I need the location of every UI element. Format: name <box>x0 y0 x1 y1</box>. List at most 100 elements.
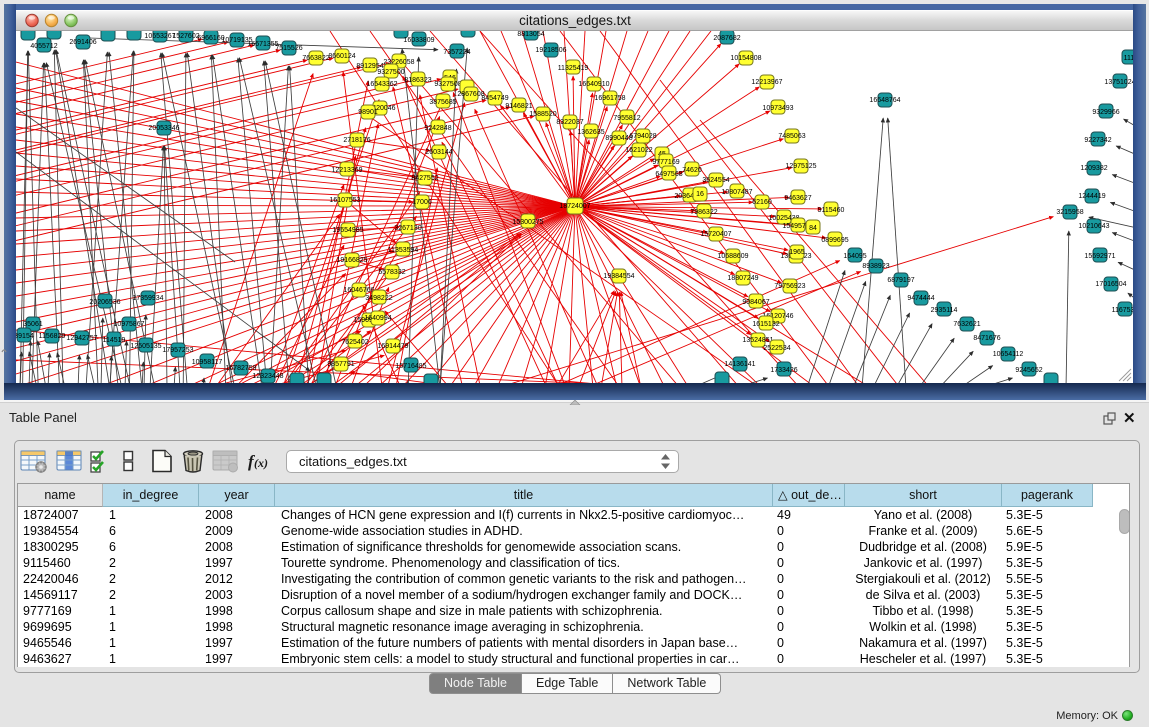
svg-text:7357224: 7357224 <box>443 49 470 56</box>
svg-text:3624554: 3624554 <box>702 177 729 184</box>
svg-text:2603144: 2603144 <box>425 149 452 156</box>
svg-text:12942757: 12942757 <box>66 335 97 342</box>
svg-text:19384554: 19384554 <box>603 273 634 280</box>
svg-text:11353594: 11353594 <box>388 247 419 254</box>
svg-text:4055712: 4055712 <box>30 43 57 50</box>
svg-text:8938923: 8938923 <box>862 263 889 270</box>
svg-text:3498222: 3498222 <box>365 295 392 302</box>
svg-text:12505135: 12505135 <box>130 343 161 350</box>
svg-text:6497568: 6497568 <box>655 171 682 178</box>
svg-text:12323448: 12323448 <box>252 373 283 380</box>
svg-text:35061: 35061 <box>23 321 43 328</box>
svg-text:1588520: 1588520 <box>529 111 556 118</box>
svg-text:16648764: 16648764 <box>869 97 900 104</box>
svg-text:1156829: 1156829 <box>39 333 66 340</box>
svg-text:16033809: 16033809 <box>403 37 434 44</box>
svg-text:3875685: 3875685 <box>429 99 456 106</box>
svg-text:16107553: 16107553 <box>329 197 360 204</box>
svg-text:15692971: 15692971 <box>1084 253 1115 260</box>
svg-text:17006: 17006 <box>412 199 432 206</box>
svg-text:1244419: 1244419 <box>1078 193 1105 200</box>
svg-text:10958117: 10958117 <box>192 359 223 366</box>
svg-text:6794028: 6794028 <box>629 133 656 140</box>
svg-text:16543362: 16543362 <box>366 81 397 88</box>
svg-text:16782759: 16782759 <box>225 365 256 372</box>
svg-text:98901: 98901 <box>358 109 378 116</box>
svg-text:1209382: 1209382 <box>1080 165 1107 172</box>
svg-text:39154: 39154 <box>14 333 34 340</box>
svg-text:79756923: 79756923 <box>774 283 805 290</box>
svg-text:2087682: 2087682 <box>713 35 740 42</box>
svg-text:9857791: 9857791 <box>327 361 354 368</box>
svg-text:citations_edges.txt: citations_edges.txt <box>519 13 631 28</box>
svg-text:7663822: 7663822 <box>302 55 329 62</box>
svg-text:1640994: 1640994 <box>364 315 391 322</box>
svg-text:8471676: 8471676 <box>973 335 1000 342</box>
svg-text:74620: 74620 <box>682 167 702 174</box>
svg-text:114519: 114519 <box>103 337 126 344</box>
svg-text:20053346: 20053346 <box>148 125 179 132</box>
svg-text:13524851: 13524851 <box>742 337 773 344</box>
svg-text:1621022: 1621022 <box>625 147 652 154</box>
svg-text:2691406: 2691406 <box>69 39 96 46</box>
svg-text:10688609: 10688609 <box>717 253 748 260</box>
svg-text:2718176: 2718176 <box>343 137 370 144</box>
svg-text:10975867: 10975867 <box>113 321 144 328</box>
svg-text:16640910: 16640910 <box>578 81 609 88</box>
svg-text:19654985: 19654985 <box>332 227 363 234</box>
svg-text:12975125: 12975125 <box>785 163 816 170</box>
svg-text:7955812: 7955812 <box>613 115 640 122</box>
svg-text:10973493: 10973493 <box>762 105 793 112</box>
svg-text:9146821: 9146821 <box>505 103 532 110</box>
svg-text:16046766: 16046766 <box>343 287 374 294</box>
svg-text:18807249: 18807249 <box>727 275 758 282</box>
svg-text:9327500: 9327500 <box>377 69 404 76</box>
svg-text:9777169: 9777169 <box>652 159 679 166</box>
svg-text:15720407: 15720407 <box>700 231 731 238</box>
svg-text:16: 16 <box>696 191 704 198</box>
svg-text:2522534: 2522534 <box>763 345 790 352</box>
svg-text:10653267: 10653267 <box>144 33 175 40</box>
svg-text:9327508: 9327508 <box>434 81 461 88</box>
svg-text:0899695: 0899695 <box>821 237 848 244</box>
svg-text:17016504: 17016504 <box>1095 281 1126 288</box>
svg-text:9463627: 9463627 <box>784 195 811 202</box>
svg-text:9227342: 9227342 <box>1084 137 1111 144</box>
svg-text:9084067: 9084067 <box>742 299 769 306</box>
svg-text:17957253: 17957253 <box>162 347 193 354</box>
svg-text:8186323: 8186323 <box>404 77 431 84</box>
svg-text:8427552: 8427552 <box>411 175 438 182</box>
svg-text:13751024: 13751024 <box>1104 79 1135 86</box>
svg-text:8454749: 8454749 <box>481 95 508 102</box>
svg-text:17359934: 17359934 <box>132 295 163 302</box>
svg-text:1615132: 1615132 <box>752 321 779 328</box>
svg-text:15716485: 15716485 <box>395 363 426 370</box>
svg-text:7485063: 7485063 <box>778 133 805 140</box>
svg-text:84: 84 <box>809 225 817 232</box>
svg-text:7515526: 7515526 <box>275 45 302 52</box>
svg-text:3215958: 3215958 <box>1056 209 1083 216</box>
svg-text:10807487: 10807487 <box>721 189 752 196</box>
svg-text:18724007: 18724007 <box>559 203 590 210</box>
svg-text:7632621: 7632621 <box>953 321 980 328</box>
svg-text:164095: 164095 <box>843 253 866 260</box>
svg-text:5578332: 5578332 <box>378 269 405 276</box>
svg-text:11325419: 11325419 <box>558 65 589 72</box>
svg-text:1527602: 1527602 <box>172 33 199 40</box>
svg-text:6879197: 6879197 <box>887 277 914 284</box>
svg-text:7625402: 7625402 <box>341 339 368 346</box>
svg-text:8660124: 8660124 <box>328 53 355 60</box>
svg-text:62160: 62160 <box>752 199 772 206</box>
svg-text:10654112: 10654112 <box>993 351 1024 358</box>
svg-text:9115460: 9115460 <box>818 207 845 214</box>
svg-text:9242848: 9242848 <box>424 125 451 132</box>
svg-text:1733426: 1733426 <box>770 367 797 374</box>
svg-text:9329966: 9329966 <box>1092 109 1119 116</box>
svg-text:12213369: 12213369 <box>331 167 362 174</box>
svg-text:20206536: 20206536 <box>89 299 120 306</box>
svg-text:19166825: 19166825 <box>336 257 367 264</box>
svg-text:19218506: 19218506 <box>535 47 566 54</box>
svg-text:16671355: 16671355 <box>247 41 278 48</box>
svg-text:9474444: 9474444 <box>907 295 934 302</box>
svg-text:14136141: 14136141 <box>724 361 755 368</box>
